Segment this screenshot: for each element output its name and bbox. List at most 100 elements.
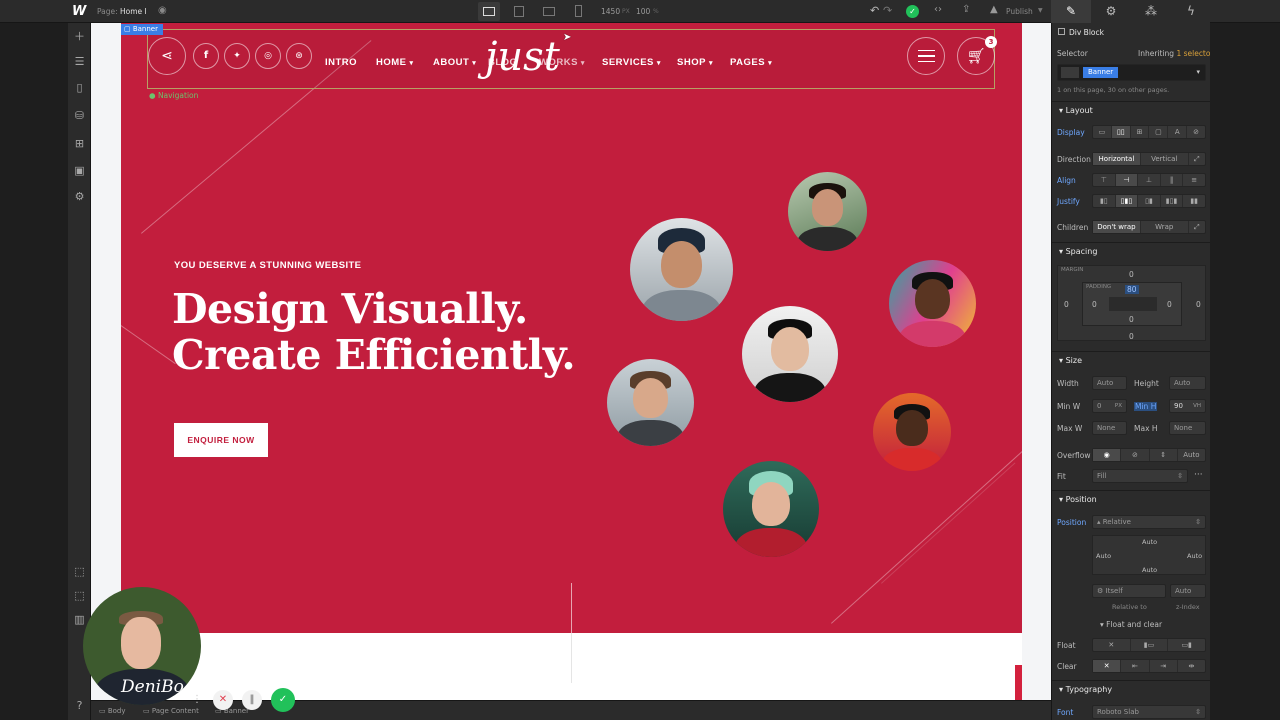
section-typography[interactable]: ▾ Typography: [1052, 680, 1210, 698]
nav-link-home[interactable]: HOME ▾: [376, 57, 414, 68]
position-right[interactable]: Auto: [1187, 552, 1202, 560]
redo-icon[interactable]: ↷: [883, 4, 892, 17]
decor-line: [881, 462, 1016, 584]
more-dots-icon[interactable]: ⋮: [187, 690, 207, 710]
grid-overlay-icon[interactable]: ▥: [73, 613, 86, 626]
facebook-icon[interactable]: f: [193, 43, 219, 69]
assets-icon[interactable]: ▣: [73, 164, 86, 177]
recording-cancel-icon[interactable]: ✕: [213, 690, 233, 710]
position-offsets[interactable]: Auto Auto Auto Auto: [1092, 535, 1206, 575]
padding-bottom-value[interactable]: 0: [1129, 315, 1134, 324]
select-tool-icon[interactable]: ⬚: [73, 565, 86, 578]
recording-done-icon[interactable]: ✓: [271, 688, 295, 712]
section-position[interactable]: ▾ Position: [1052, 490, 1210, 508]
pages-icon[interactable]: ▯: [73, 81, 86, 94]
more-options-icon[interactable]: ···: [1194, 470, 1203, 480]
avatar: [607, 359, 694, 446]
position-select[interactable]: ▴ Relative ⇳: [1092, 515, 1206, 529]
enquire-now-button[interactable]: ENQUIRE NOW: [174, 423, 268, 457]
position-bottom[interactable]: Auto: [1142, 566, 1157, 574]
dribbble-icon[interactable]: ⊛: [286, 43, 312, 69]
section-size[interactable]: ▾ Size: [1052, 351, 1210, 369]
max-w-input[interactable]: None: [1092, 421, 1127, 435]
overflow-options[interactable]: ◉ ⊘ ⇕ Auto: [1092, 448, 1206, 462]
padding-top-value[interactable]: 80: [1125, 285, 1139, 294]
help-icon[interactable]: ?: [73, 699, 86, 712]
nav-link-shop[interactable]: SHOP ▾: [677, 57, 713, 68]
breadcrumb-body[interactable]: ▭ Body: [99, 707, 126, 715]
gear-icon[interactable]: ⚙: [1091, 0, 1131, 23]
nav-link-about[interactable]: ABOUT ▾: [433, 57, 476, 68]
zoom-value[interactable]: 100: [636, 7, 650, 16]
position-top[interactable]: Auto: [1142, 538, 1157, 546]
margin-right-value[interactable]: 0: [1196, 300, 1201, 309]
float-clear-toggle[interactable]: ▾ Float and clear: [1100, 620, 1162, 629]
ecommerce-icon[interactable]: ⊞: [73, 137, 86, 150]
breakpoint-desktop-button[interactable]: [478, 2, 500, 21]
add-panel-icon[interactable]: ＋: [73, 30, 86, 43]
selector-token[interactable]: Banner: [1083, 67, 1119, 78]
nav-link-pages[interactable]: PAGES ▾: [730, 57, 772, 68]
max-h-input[interactable]: None: [1169, 421, 1206, 435]
drops-icon[interactable]: ⁂: [1131, 0, 1171, 23]
direction-options[interactable]: Horizontal Vertical ⤢: [1092, 152, 1206, 166]
hero-banner[interactable]: ⋖ f ✦ ◎ ⊛ INTRO HOME ▾ ABOUT ▾ BLOG WORKS ▾…: [121, 23, 1022, 633]
padding-box[interactable]: PADDING 80 0 0 0: [1082, 282, 1182, 326]
min-w-input[interactable]: 0 PX: [1092, 399, 1127, 413]
section-spacing[interactable]: ▾ Spacing: [1052, 242, 1210, 260]
selector-field[interactable]: Banner ▾: [1057, 64, 1206, 81]
chevron-down-icon[interactable]: ▼: [1038, 7, 1043, 14]
padding-left-value[interactable]: 0: [1092, 300, 1097, 309]
breakpoint-landscape-button[interactable]: [543, 7, 555, 16]
navigator-icon[interactable]: ☰: [73, 55, 86, 68]
min-h-label: Min H: [1134, 402, 1158, 411]
float-options[interactable]: ✕ ▮▭ ▭▮: [1092, 638, 1206, 652]
style-brush-icon[interactable]: ✎: [1051, 0, 1091, 23]
publish-button[interactable]: Publish: [1006, 7, 1033, 16]
display-options[interactable]: ▭ ▯▯ ⊞ ▢ A ⊘: [1092, 125, 1206, 139]
section-layout[interactable]: ▾ Layout: [1052, 101, 1210, 119]
breakpoint-mobile-button[interactable]: [575, 5, 582, 17]
padding-right-value[interactable]: 0: [1167, 300, 1172, 309]
font-select[interactable]: Roboto Slab ⇳: [1092, 705, 1206, 719]
site-logo[interactable]: just: [485, 34, 560, 80]
cms-icon[interactable]: ⛁: [73, 109, 86, 122]
bolt-icon[interactable]: ϟ: [1171, 0, 1211, 23]
nav-link-services[interactable]: SERVICES ▾: [602, 57, 661, 68]
wrap-options[interactable]: Don't wrap Wrap ⤢: [1092, 220, 1206, 234]
min-h-input[interactable]: 90 VH: [1169, 399, 1206, 413]
fit-select[interactable]: Fill ⇳: [1092, 469, 1188, 483]
marquee-icon[interactable]: ⬚: [73, 589, 86, 602]
height-input[interactable]: Auto: [1169, 376, 1206, 390]
recording-pause-icon[interactable]: ‖: [242, 690, 262, 710]
margin-left-value[interactable]: 0: [1064, 300, 1069, 309]
undo-icon[interactable]: ↶: [870, 4, 879, 17]
webflow-logo[interactable]: W: [72, 4, 86, 19]
top-toolbar: W Page: Home I ◉ 1450 PX 100 % ↶ ↷ ✓ ‹› …: [0, 0, 1280, 23]
twitter-icon[interactable]: ✦: [224, 43, 250, 69]
margin-top-value[interactable]: 0: [1129, 270, 1134, 279]
justify-options[interactable]: ▮▯ ▯▮▯ ▯▮ ▮▯▮ ▮▮: [1092, 194, 1206, 208]
align-options[interactable]: ⊤ ⊣ ⊥ ‖ ≡: [1092, 173, 1206, 187]
relative-to-field[interactable]: ⚙ Itself: [1092, 584, 1166, 598]
fit-label: Fit: [1057, 472, 1066, 481]
zindex-input[interactable]: Auto: [1170, 584, 1206, 598]
canvas-width-value[interactable]: 1450: [601, 7, 620, 16]
code-export-icon[interactable]: ‹›: [934, 4, 942, 15]
scroll-to-top-button[interactable]: ↑: [1015, 665, 1022, 700]
clear-options[interactable]: ✕ ⇤ ⇥ ⇹: [1092, 659, 1206, 673]
margin-bottom-value[interactable]: 0: [1129, 332, 1134, 341]
preview-eye-icon[interactable]: ◉: [158, 5, 170, 17]
menu-button[interactable]: [907, 37, 945, 75]
breakpoint-tablet-button[interactable]: [514, 6, 524, 17]
nav-link-intro[interactable]: INTRO: [325, 57, 357, 68]
settings-icon[interactable]: ⚙: [73, 190, 86, 203]
share-icon[interactable]: ⇪: [962, 4, 970, 15]
width-input[interactable]: Auto: [1092, 376, 1127, 390]
share-button[interactable]: ⋖: [148, 37, 186, 75]
margin-box[interactable]: MARGIN 0 0 0 0 PADDING 80 0 0 0: [1057, 265, 1206, 341]
chevron-down-icon[interactable]: ▾: [1196, 66, 1200, 78]
instagram-icon[interactable]: ◎: [255, 43, 281, 69]
page-selector[interactable]: Home I: [120, 7, 147, 16]
position-left[interactable]: Auto: [1096, 552, 1111, 560]
